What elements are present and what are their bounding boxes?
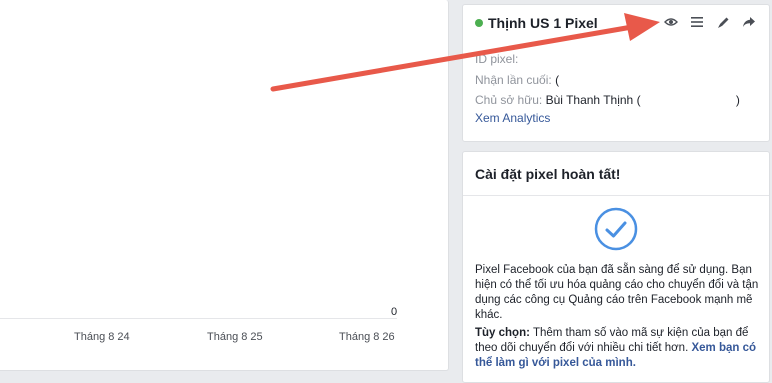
setup-complete-card: Cài đặt pixel hoàn tất! Pixel Facebook c… (462, 151, 770, 383)
list-icon[interactable] (689, 14, 705, 30)
divider (463, 195, 769, 196)
last-received-label: Nhận lần cuối: (475, 73, 552, 87)
chart-baseline (0, 318, 397, 319)
owner-name-suffix: ) (735, 93, 740, 107)
pixel-card-actions (663, 14, 757, 30)
setup-body-text: Pixel Facebook của bạn đã sẵn sàng để sử… (475, 264, 759, 321)
x-tick-label: Tháng 8 25 (207, 331, 263, 343)
last-received-value: ( (555, 73, 560, 87)
eye-icon[interactable] (663, 14, 679, 30)
view-analytics-link[interactable]: Xem Analytics (475, 111, 550, 125)
check-circle-icon (594, 207, 638, 256)
share-icon[interactable] (741, 14, 757, 30)
setup-title: Cài đặt pixel hoàn tất! (475, 166, 621, 182)
owner-row: Chủ sở hữu: Bùi Thanh Thịnh ( ) (475, 93, 740, 107)
pixel-name: Thịnh US 1 Pixel (488, 15, 598, 31)
y-axis-zero-label: 0 (391, 306, 398, 318)
status-dot-icon (475, 19, 483, 27)
pencil-icon[interactable] (715, 14, 731, 30)
pixel-id-row: ID pixel: (475, 52, 518, 66)
pixel-card-header: Thịnh US 1 Pixel (475, 15, 598, 31)
pixel-info-card: Thịnh US 1 Pixel ID pixel: Nhận lần cuối… (462, 4, 770, 142)
owner-label: Chủ sở hữu: (475, 93, 543, 107)
last-received-row: Nhận lần cuối: ( (475, 73, 559, 87)
pixel-id-label: ID pixel: (475, 52, 519, 66)
optional-label: Tùy chọn: (475, 327, 530, 339)
setup-optional-text: Tùy chọn: Thêm tham số vào mã sự kiện củ… (475, 326, 759, 371)
x-tick-label: Tháng 8 26 (339, 331, 395, 343)
chart-panel: 0 Tháng 8 24 Tháng 8 25 Tháng 8 26 (0, 0, 449, 371)
owner-name: Bùi Thanh Thịnh ( (545, 93, 641, 107)
x-tick-label: Tháng 8 24 (74, 331, 130, 343)
